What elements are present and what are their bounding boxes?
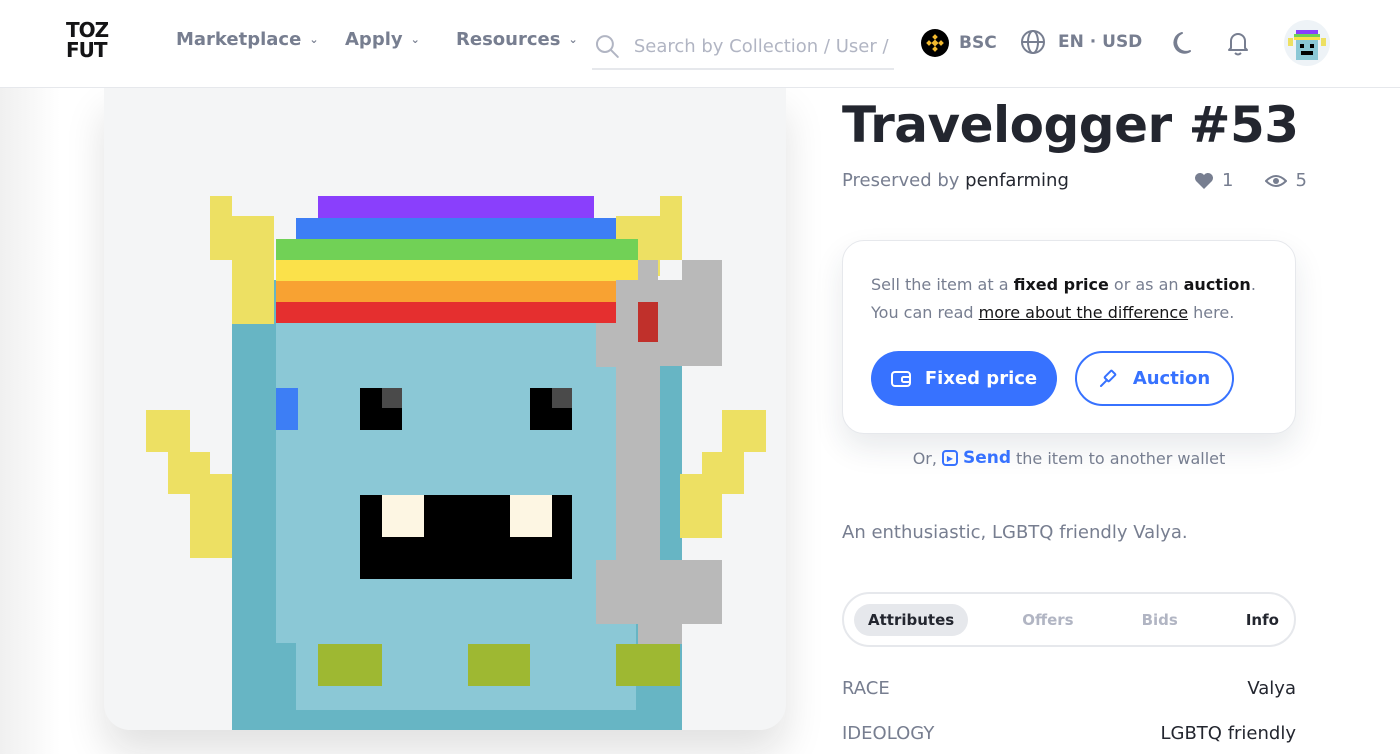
send-button[interactable]: ▶ Send bbox=[941, 448, 1012, 468]
search-icon bbox=[595, 35, 619, 58]
fixed-price-label: Fixed price bbox=[924, 368, 1038, 389]
item-tabs: Attributes Offers Bids Info bbox=[842, 592, 1296, 647]
wallet-icon bbox=[890, 370, 911, 387]
nav-marketplace-label: Marketplace bbox=[176, 29, 302, 50]
auction-button[interactable]: Auction bbox=[1075, 351, 1234, 406]
nav-resources-label: Resources bbox=[456, 29, 561, 50]
avatar[interactable] bbox=[1284, 20, 1330, 66]
sell-description: Sell the item at a fixed price or as an … bbox=[871, 271, 1271, 327]
chain-label: BSC bbox=[959, 33, 997, 53]
owner-link[interactable]: penfarming bbox=[965, 170, 1069, 191]
attribute-value: LGBTQ friendly bbox=[1160, 723, 1296, 744]
nav-apply[interactable]: Apply ⌄ bbox=[345, 29, 420, 50]
sell-text-part: Sell the item at a bbox=[871, 275, 1014, 294]
pixel-monster-image bbox=[146, 196, 766, 730]
tab-info[interactable]: Info bbox=[1232, 604, 1293, 636]
attribute-key: Ideology bbox=[842, 723, 935, 744]
gavel-icon bbox=[1099, 369, 1117, 387]
views-stat: 5 bbox=[1265, 170, 1307, 191]
chevron-down-icon: ⌄ bbox=[309, 33, 319, 46]
sell-text-auction-bold: auction bbox=[1183, 275, 1251, 294]
language-currency-label: EN · USD bbox=[1058, 32, 1143, 52]
nav-apply-label: Apply bbox=[345, 29, 403, 50]
top-header: TOZ FUT Marketplace ⌄ Apply ⌄ Resources … bbox=[0, 0, 1400, 88]
sell-text-fixed-bold: fixed price bbox=[1013, 275, 1109, 294]
sell-text-part: or as an bbox=[1108, 275, 1184, 294]
send-label: Send bbox=[962, 448, 1012, 468]
sell-text-part: here. bbox=[1188, 303, 1235, 322]
send-line: Or, ▶ Send the item to another wallet bbox=[842, 448, 1296, 468]
difference-link[interactable]: more about the difference bbox=[979, 303, 1188, 322]
item-stats: 1 5 bbox=[1194, 170, 1307, 191]
preserved-prefix: Preserved by bbox=[842, 170, 960, 191]
send-suffix: the item to another wallet bbox=[1016, 448, 1226, 468]
likes-count: 1 bbox=[1222, 170, 1234, 191]
heart-icon bbox=[1195, 172, 1213, 189]
bell-icon[interactable] bbox=[1224, 29, 1252, 57]
eye-icon bbox=[1265, 174, 1288, 187]
search-input[interactable] bbox=[633, 35, 894, 57]
nav-marketplace[interactable]: Marketplace ⌄ bbox=[176, 29, 319, 50]
attribute-key: Race bbox=[842, 678, 890, 699]
item-title: Travelogger #53 bbox=[842, 96, 1299, 154]
page-left-shade bbox=[0, 88, 60, 754]
preserved-by: Preserved by penfarming bbox=[842, 170, 1069, 191]
site-logo[interactable]: TOZ FUT bbox=[66, 20, 114, 66]
chevron-down-icon: ⌄ bbox=[410, 33, 420, 46]
sell-card: Sell the item at a fixed price or as an … bbox=[842, 240, 1296, 434]
likes-stat[interactable]: 1 bbox=[1194, 170, 1233, 191]
attribute-row: Ideology LGBTQ friendly bbox=[842, 723, 1296, 744]
views-count: 5 bbox=[1295, 170, 1307, 191]
moon-icon[interactable] bbox=[1170, 29, 1198, 57]
item-description: An enthusiastic, LGBTQ friendly Valya. bbox=[842, 522, 1188, 543]
tab-attributes[interactable]: Attributes bbox=[854, 603, 969, 636]
fixed-price-button[interactable]: Fixed price bbox=[871, 351, 1057, 406]
attribute-value: Valya bbox=[1247, 678, 1296, 699]
tab-bids[interactable]: Bids bbox=[1128, 604, 1192, 636]
send-or-prefix: Or, bbox=[912, 448, 937, 468]
nav-resources[interactable]: Resources ⌄ bbox=[456, 29, 578, 50]
globe-icon bbox=[1021, 30, 1045, 54]
send-icon: ▶ bbox=[941, 450, 958, 466]
nft-artwork[interactable] bbox=[104, 88, 786, 730]
attribute-row: Race Valya bbox=[842, 678, 1296, 699]
language-currency-selector[interactable]: EN · USD bbox=[1020, 29, 1142, 55]
tab-offers[interactable]: Offers bbox=[1008, 604, 1087, 636]
chain-selector[interactable]: BSC bbox=[921, 29, 997, 57]
logo-text-top: TOZ bbox=[66, 18, 109, 42]
logo-text-bottom: FUT bbox=[66, 38, 108, 62]
auction-label: Auction bbox=[1132, 368, 1211, 389]
search-bar[interactable] bbox=[592, 24, 894, 70]
bnb-icon bbox=[921, 29, 949, 57]
chevron-down-icon: ⌄ bbox=[568, 33, 578, 46]
